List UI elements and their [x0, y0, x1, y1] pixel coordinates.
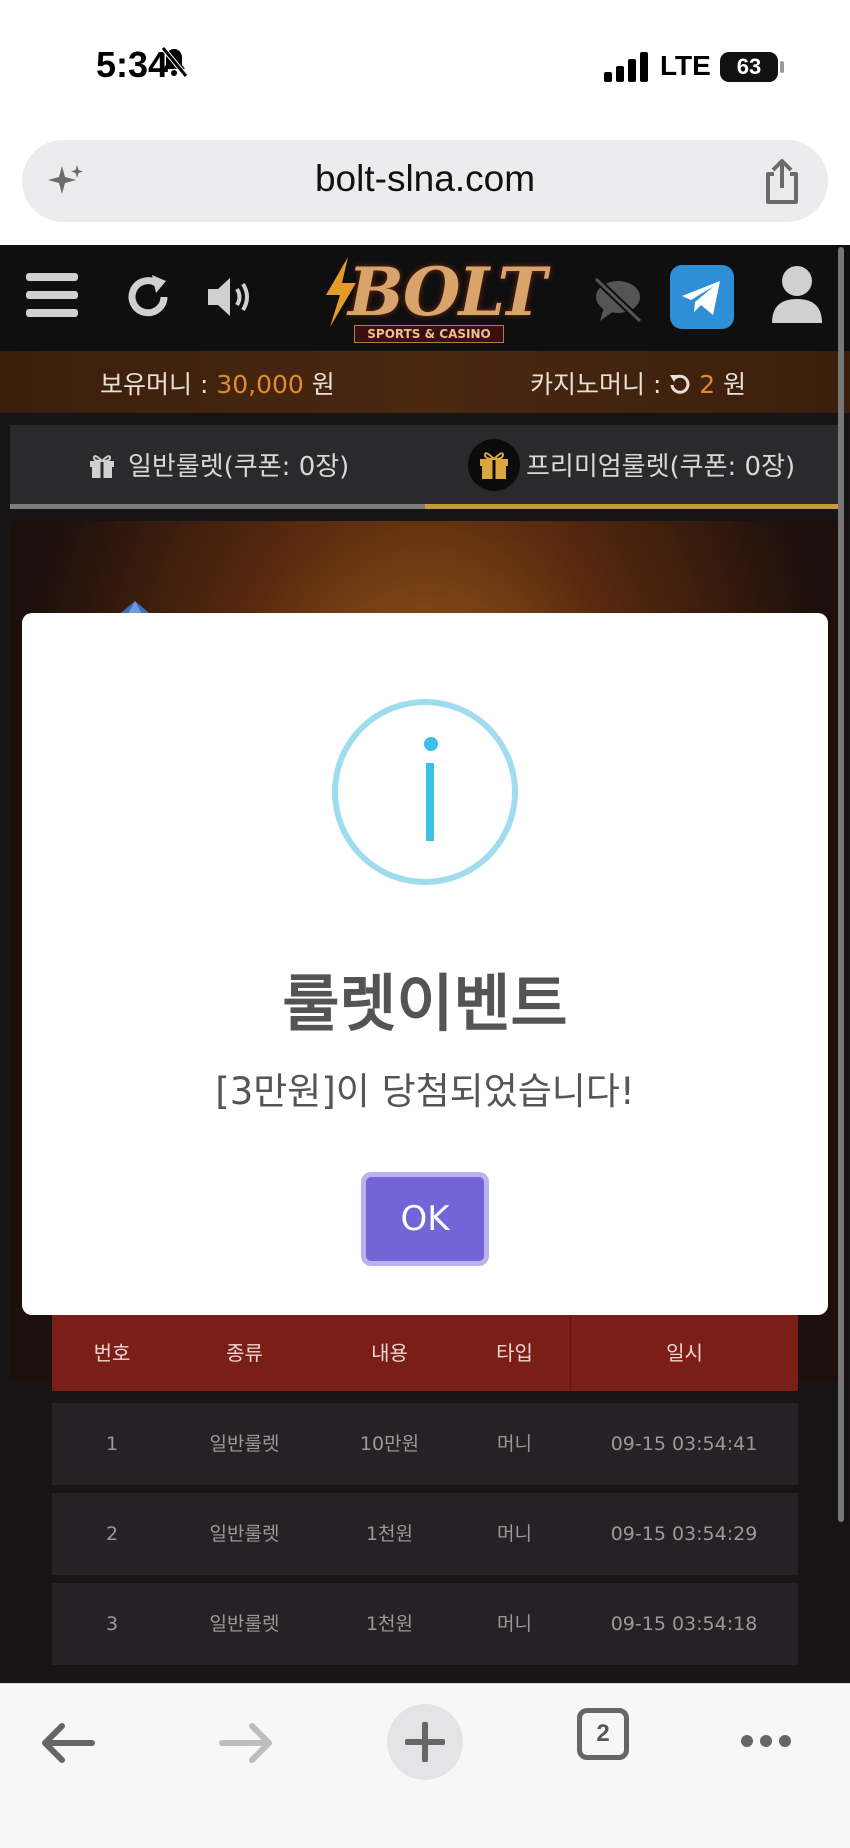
- held-money-value: 30,000: [216, 370, 304, 399]
- gift-icon: [90, 455, 114, 478]
- site-header: BOLT SPORTS & CASINO: [0, 245, 850, 351]
- refresh-icon[interactable]: [124, 273, 172, 321]
- network-type: LTE: [660, 50, 711, 81]
- info-icon: [332, 699, 518, 885]
- cell-datetime: 09-15 03:54:18: [610, 1613, 758, 1635]
- reload-money-icon[interactable]: [669, 373, 691, 395]
- cell-type: 머니: [497, 1433, 532, 1455]
- cell-number: 3: [105, 1613, 119, 1635]
- more-icon[interactable]: [740, 1734, 792, 1748]
- info-icon-dot: [424, 737, 438, 751]
- menu-icon[interactable]: [26, 273, 78, 317]
- tab-normal-roulette[interactable]: 일반룰렛(쿠폰: 0장): [88, 425, 349, 509]
- info-icon-stem: [426, 763, 434, 841]
- sound-icon[interactable]: [206, 275, 258, 319]
- battery-level: 63: [720, 52, 778, 82]
- address-bar[interactable]: bolt-slna.com: [22, 140, 828, 222]
- dialog-title: 룰렛이벤트: [282, 967, 568, 1040]
- cell-kind: 일반룰렛: [209, 1523, 280, 1545]
- premium-gift-icon: [468, 439, 520, 491]
- table-row: 3 일반룰렛 1천원 머니 09-15 03:54:18: [52, 1583, 798, 1665]
- held-money-unit: 원: [311, 370, 335, 399]
- dialog-message: [3만원]이 당첨되었습니다!: [215, 1070, 635, 1113]
- col-number: 번호: [93, 1341, 131, 1365]
- cell-content: 1천원: [365, 1523, 414, 1545]
- roulette-result-dialog: 룰렛이벤트 [3만원]이 당첨되었습니다! OK: [22, 613, 828, 1315]
- status-bar: 5:34 LTE 63: [0, 0, 850, 130]
- col-type: 타입: [496, 1341, 533, 1365]
- cell-datetime: 09-15 03:54:29: [610, 1523, 758, 1545]
- share-icon[interactable]: [760, 158, 804, 206]
- url-text[interactable]: bolt-slna.com: [22, 158, 828, 200]
- cell-type: 머니: [497, 1523, 532, 1545]
- new-tab-button[interactable]: [387, 1704, 463, 1780]
- cell-datetime: 09-15 03:54:41: [610, 1433, 758, 1455]
- logo-subtitle: SPORTS & CASINO: [354, 325, 504, 343]
- table-row: 2 일반룰렛 1천원 머니 09-15 03:54:29: [52, 1493, 798, 1575]
- col-kind: 종류: [226, 1341, 263, 1365]
- page-scrollbar[interactable]: [838, 247, 844, 1522]
- tab-normal-label: 일반룰렛(쿠폰: 0장): [128, 452, 350, 482]
- casino-money-value: 2: [699, 370, 716, 399]
- table-row: 1 일반룰렛 10만원 머니 09-15 03:54:41: [52, 1403, 798, 1485]
- browser-toolbar: 2: [0, 1683, 850, 1848]
- held-money-label: 보유머니 :: [100, 370, 209, 399]
- plus-icon: [405, 1722, 445, 1762]
- table-header: 번호 종류 내용 타입 일시: [52, 1315, 798, 1391]
- signal-icon: [604, 52, 648, 82]
- tab-underline-premium: [425, 504, 840, 509]
- status-time: 5:34: [96, 44, 169, 85]
- cell-content: 1천원: [365, 1613, 414, 1635]
- cell-number: 1: [105, 1433, 119, 1455]
- bell-muted-icon: [161, 46, 188, 78]
- tab-premium-label: 프리미엄룰렛(쿠폰: 0장): [526, 452, 796, 482]
- cell-type: 머니: [497, 1613, 532, 1635]
- col-content: 내용: [371, 1341, 408, 1365]
- roulette-tabs: 일반룰렛(쿠폰: 0장) 프리미엄룰렛(쿠폰: 0장): [10, 425, 840, 509]
- telegram-icon[interactable]: [670, 265, 734, 329]
- user-icon[interactable]: [770, 265, 824, 325]
- tab-underline-normal: [10, 504, 425, 509]
- cell-kind: 일반룰렛: [209, 1613, 280, 1635]
- money-bar: 보유머니 : 30,000 원 카지노머니 : 2 원: [0, 351, 850, 413]
- cell-number: 2: [105, 1523, 119, 1545]
- ok-button[interactable]: OK: [361, 1172, 489, 1266]
- col-datetime: 일시: [570, 1315, 798, 1391]
- casino-money-unit: 원: [723, 370, 747, 399]
- tab-premium-roulette[interactable]: 프리미엄룰렛(쿠폰: 0장): [468, 425, 795, 509]
- logo-text: BOLT: [348, 253, 547, 331]
- casino-money: 카지노머니 : 2 원: [530, 365, 746, 401]
- chat-off-icon[interactable]: [592, 277, 644, 323]
- tabs-button[interactable]: 2: [577, 1708, 629, 1760]
- bolt-logo[interactable]: BOLT SPORTS & CASINO: [320, 253, 547, 345]
- cell-kind: 일반룰렛: [209, 1433, 280, 1455]
- cell-content: 10만원: [359, 1433, 420, 1455]
- back-icon[interactable]: [40, 1722, 96, 1764]
- battery-tip: [780, 61, 784, 73]
- forward-icon[interactable]: [218, 1722, 274, 1764]
- casino-money-label: 카지노머니 :: [530, 370, 662, 399]
- held-money: 보유머니 : 30,000 원: [100, 365, 335, 401]
